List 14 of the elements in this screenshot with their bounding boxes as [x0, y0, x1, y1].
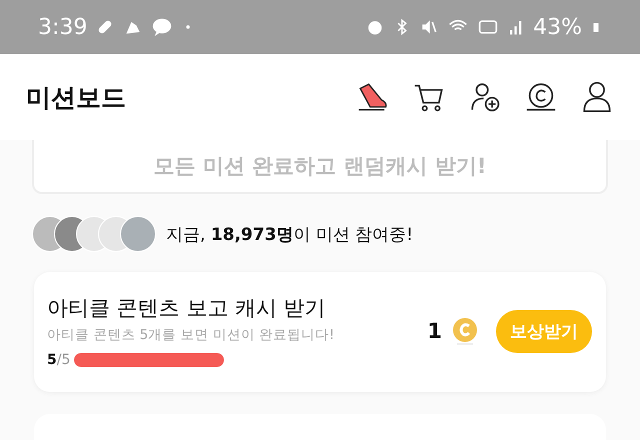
banner-text: 모든 미션 완료하고 랜덤캐시 받기! — [154, 153, 486, 180]
reward-amount: 1 — [427, 319, 442, 343]
photo-placeholder — [120, 216, 156, 252]
progress-count: 5/5 — [47, 352, 70, 368]
mission-description: 아티클 콘텐츠 5개를 보면 미션이 완료됩니다! — [47, 326, 336, 344]
mission-title: 아티클 콘텐츠 보고 캐시 받기 — [47, 295, 327, 322]
status-time: 3:39 — [38, 14, 88, 40]
claim-reward-button[interactable]: 보상받기 — [496, 310, 592, 352]
battery-percent: 43% — [533, 14, 582, 40]
chat-icon — [151, 16, 174, 38]
coin-icon — [452, 317, 478, 345]
participants-text: 지금, 18,973명 이 미션 참여중! — [166, 224, 414, 246]
page-title: 미션보드 — [26, 82, 127, 114]
banner-card[interactable]: 모든 미션 완료하고 랜덤캐시 받기! — [32, 140, 608, 194]
